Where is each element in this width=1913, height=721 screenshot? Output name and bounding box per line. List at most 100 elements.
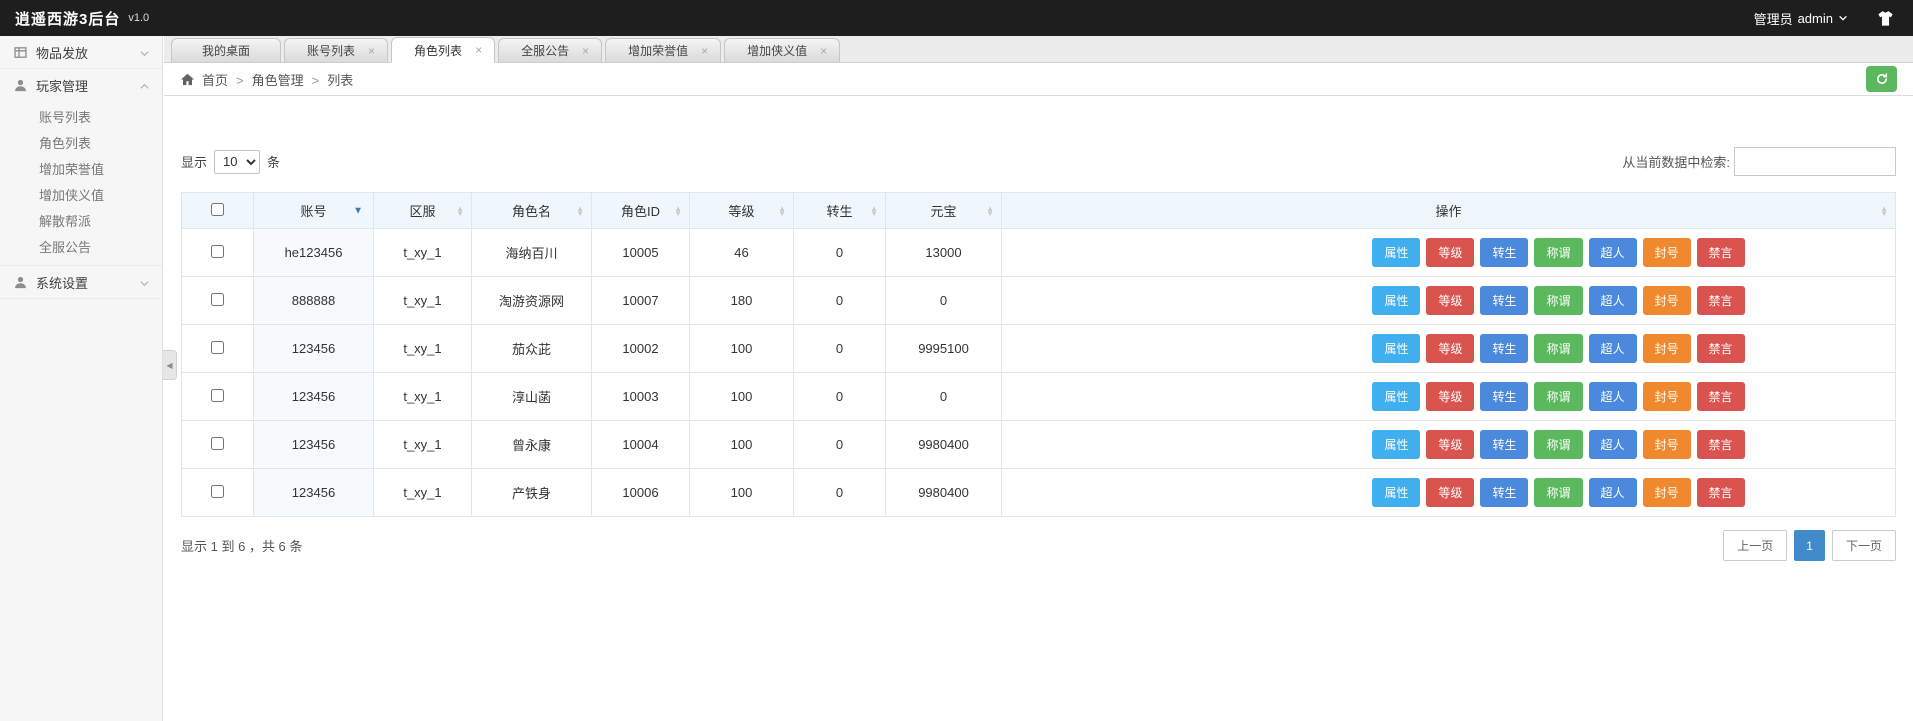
sidebar-group-玩家管理[interactable]: 玩家管理 bbox=[0, 69, 162, 101]
content: 显示 10 条 从当前数据中检索: 账号▼区服▲▼角色名▲▼角色ID▲▼等级▲▼… bbox=[164, 147, 1913, 561]
action-button-超人[interactable]: 超人 bbox=[1589, 334, 1637, 363]
action-button-超人[interactable]: 超人 bbox=[1589, 430, 1637, 459]
sidebar-group-label: 物品发放 bbox=[36, 43, 88, 62]
tab-close-icon[interactable]: × bbox=[820, 45, 827, 57]
next-page-button[interactable]: 下一页 bbox=[1832, 530, 1896, 561]
column-header-转生[interactable]: 转生▲▼ bbox=[794, 193, 886, 229]
action-button-转生[interactable]: 转生 bbox=[1480, 334, 1528, 363]
action-button-封号[interactable]: 封号 bbox=[1643, 478, 1691, 507]
action-button-称谓[interactable]: 称谓 bbox=[1534, 286, 1582, 315]
action-button-属性[interactable]: 属性 bbox=[1372, 334, 1420, 363]
action-button-转生[interactable]: 转生 bbox=[1480, 238, 1528, 267]
action-button-封号[interactable]: 封号 bbox=[1643, 382, 1691, 411]
action-button-属性[interactable]: 属性 bbox=[1372, 286, 1420, 315]
column-header-元宝[interactable]: 元宝▲▼ bbox=[886, 193, 1002, 229]
column-header-操作[interactable]: 操作▲▼ bbox=[1002, 193, 1896, 229]
tab-close-icon[interactable]: × bbox=[475, 44, 482, 56]
column-header-等级[interactable]: 等级▲▼ bbox=[690, 193, 794, 229]
action-button-等级[interactable]: 等级 bbox=[1426, 478, 1474, 507]
action-button-等级[interactable]: 等级 bbox=[1426, 286, 1474, 315]
tab-账号列表[interactable]: 账号列表× bbox=[284, 38, 388, 62]
column-header-label: 元宝 bbox=[930, 204, 956, 219]
tab-角色列表[interactable]: 角色列表× bbox=[391, 37, 495, 63]
action-button-转生[interactable]: 转生 bbox=[1480, 430, 1528, 459]
page-size-select[interactable]: 10 bbox=[214, 150, 260, 174]
sidebar-group-系统设置[interactable]: 系统设置 bbox=[0, 266, 162, 298]
column-header-角色名[interactable]: 角色名▲▼ bbox=[472, 193, 592, 229]
action-button-称谓[interactable]: 称谓 bbox=[1534, 238, 1582, 267]
row-checkbox[interactable] bbox=[211, 485, 224, 498]
sidebar-item-增加侠义值[interactable]: 增加侠义值 bbox=[0, 181, 162, 207]
action-button-属性[interactable]: 属性 bbox=[1372, 382, 1420, 411]
row-checkbox[interactable] bbox=[211, 341, 224, 354]
app-title: 逍遥西游3后台 bbox=[15, 8, 120, 29]
sidebar-item-角色列表[interactable]: 角色列表 bbox=[0, 129, 162, 155]
sidebar-group-物品发放[interactable]: 物品发放 bbox=[0, 36, 162, 68]
tab-close-icon[interactable]: × bbox=[701, 45, 708, 57]
refresh-button[interactable] bbox=[1866, 66, 1897, 92]
action-button-超人[interactable]: 超人 bbox=[1589, 286, 1637, 315]
sidebar-item-增加荣誉值[interactable]: 增加荣誉值 bbox=[0, 155, 162, 181]
cell-role_id: 10003 bbox=[592, 373, 690, 421]
action-button-属性[interactable]: 属性 bbox=[1372, 238, 1420, 267]
refresh-icon bbox=[1875, 72, 1889, 86]
column-header-角色ID[interactable]: 角色ID▲▼ bbox=[592, 193, 690, 229]
action-button-禁言[interactable]: 禁言 bbox=[1697, 238, 1745, 267]
breadcrumb-item-角色管理[interactable]: 角色管理 bbox=[252, 73, 304, 88]
action-button-封号[interactable]: 封号 bbox=[1643, 430, 1691, 459]
action-button-转生[interactable]: 转生 bbox=[1480, 478, 1528, 507]
action-button-等级[interactable]: 等级 bbox=[1426, 238, 1474, 267]
select-all-checkbox[interactable] bbox=[211, 203, 224, 216]
action-button-称谓[interactable]: 称谓 bbox=[1534, 430, 1582, 459]
sort-icon: ▲▼ bbox=[674, 206, 682, 216]
action-button-等级[interactable]: 等级 bbox=[1426, 382, 1474, 411]
column-header-label: 等级 bbox=[728, 204, 754, 219]
row-checkbox[interactable] bbox=[211, 245, 224, 258]
sidebar-group-label: 系统设置 bbox=[36, 273, 88, 292]
sidebar-group: 物品发放 bbox=[0, 36, 162, 69]
action-button-禁言[interactable]: 禁言 bbox=[1697, 478, 1745, 507]
tab-bar: 我的桌面账号列表×角色列表×全服公告×增加荣誉值×增加侠义值× bbox=[164, 36, 1913, 63]
action-button-禁言[interactable]: 禁言 bbox=[1697, 286, 1745, 315]
sidebar-item-解散帮派[interactable]: 解散帮派 bbox=[0, 207, 162, 233]
action-button-属性[interactable]: 属性 bbox=[1372, 430, 1420, 459]
action-button-超人[interactable]: 超人 bbox=[1589, 238, 1637, 267]
search-input[interactable] bbox=[1734, 147, 1896, 176]
action-button-称谓[interactable]: 称谓 bbox=[1534, 334, 1582, 363]
prev-page-button[interactable]: 上一页 bbox=[1723, 530, 1787, 561]
tab-增加侠义值[interactable]: 增加侠义值× bbox=[724, 38, 840, 62]
tab-我的桌面[interactable]: 我的桌面 bbox=[171, 38, 281, 62]
action-button-等级[interactable]: 等级 bbox=[1426, 334, 1474, 363]
shirt-icon[interactable] bbox=[1876, 9, 1895, 28]
row-checkbox[interactable] bbox=[211, 293, 224, 306]
tab-close-icon[interactable]: × bbox=[582, 45, 589, 57]
tab-全服公告[interactable]: 全服公告× bbox=[498, 38, 602, 62]
column-header-区服[interactable]: 区服▲▼ bbox=[374, 193, 472, 229]
action-button-转生[interactable]: 转生 bbox=[1480, 382, 1528, 411]
action-button-禁言[interactable]: 禁言 bbox=[1697, 382, 1745, 411]
action-button-封号[interactable]: 封号 bbox=[1643, 286, 1691, 315]
user-menu[interactable]: 管理员 admin bbox=[1754, 9, 1848, 28]
action-button-超人[interactable]: 超人 bbox=[1589, 382, 1637, 411]
sidebar-item-全服公告[interactable]: 全服公告 bbox=[0, 233, 162, 259]
tab-增加荣誉值[interactable]: 增加荣誉值× bbox=[605, 38, 721, 62]
action-button-超人[interactable]: 超人 bbox=[1589, 478, 1637, 507]
action-button-转生[interactable]: 转生 bbox=[1480, 286, 1528, 315]
action-button-称谓[interactable]: 称谓 bbox=[1534, 382, 1582, 411]
action-button-禁言[interactable]: 禁言 bbox=[1697, 334, 1745, 363]
column-header-账号[interactable]: 账号▼ bbox=[254, 193, 374, 229]
action-button-封号[interactable]: 封号 bbox=[1643, 238, 1691, 267]
breadcrumb-item-首页[interactable]: 首页 bbox=[202, 73, 228, 88]
row-checkbox[interactable] bbox=[211, 389, 224, 402]
action-button-属性[interactable]: 属性 bbox=[1372, 478, 1420, 507]
action-button-禁言[interactable]: 禁言 bbox=[1697, 430, 1745, 459]
row-checkbox[interactable] bbox=[211, 437, 224, 450]
action-button-称谓[interactable]: 称谓 bbox=[1534, 478, 1582, 507]
page-1-button[interactable]: 1 bbox=[1794, 530, 1825, 561]
tab-close-icon[interactable]: × bbox=[368, 45, 375, 57]
action-button-等级[interactable]: 等级 bbox=[1426, 430, 1474, 459]
action-button-封号[interactable]: 封号 bbox=[1643, 334, 1691, 363]
cell-rebirth: 0 bbox=[794, 469, 886, 517]
sidebar-item-账号列表[interactable]: 账号列表 bbox=[0, 103, 162, 129]
sidebar-collapse-handle[interactable]: ◀ bbox=[163, 350, 177, 380]
